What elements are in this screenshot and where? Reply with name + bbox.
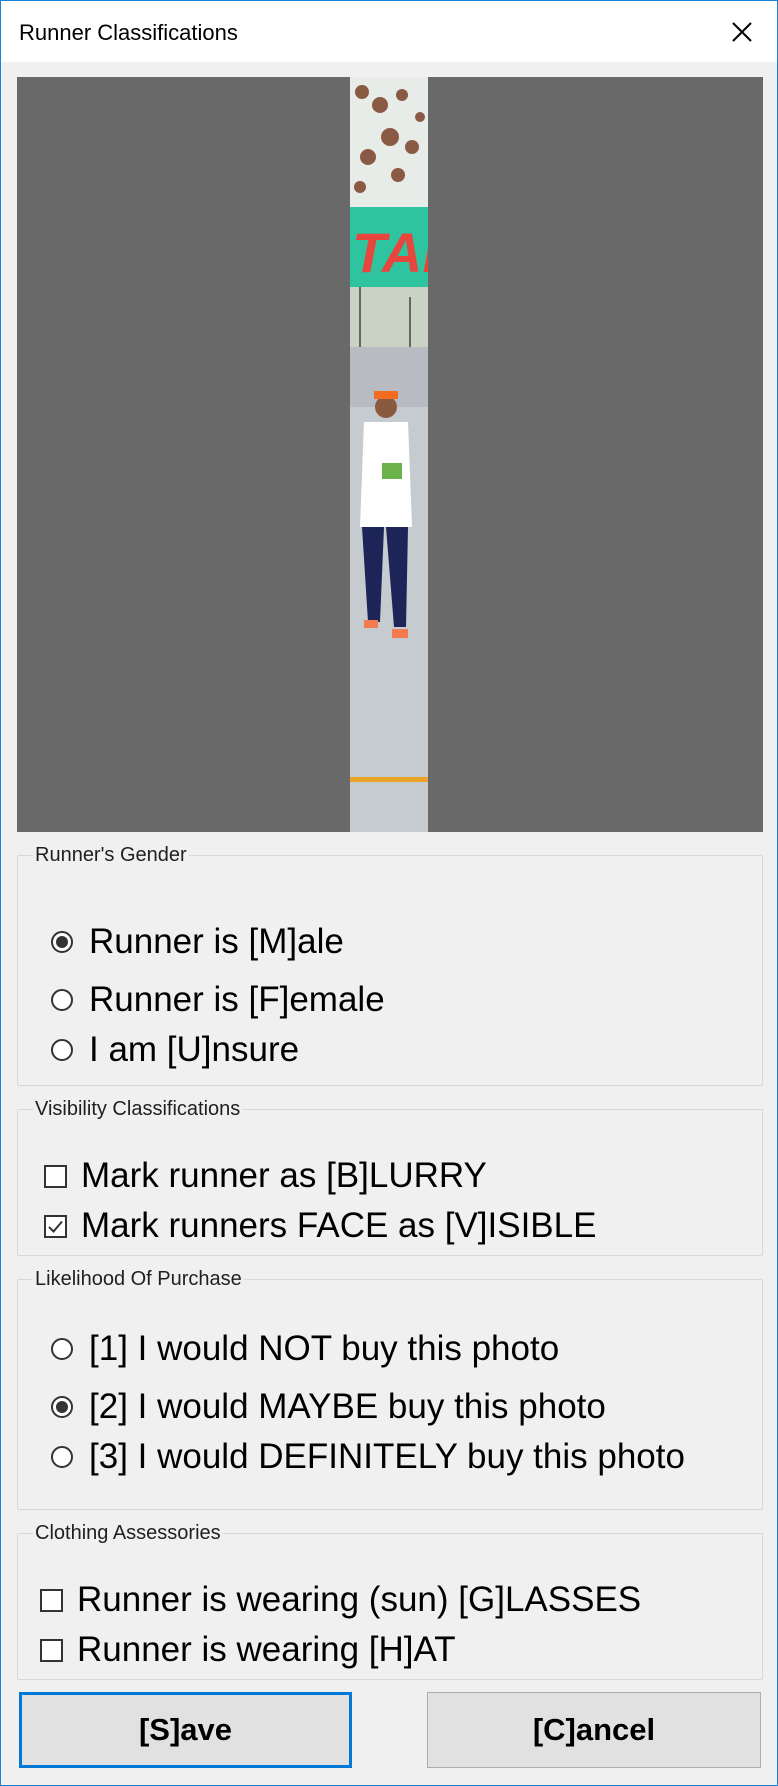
option-label: [2] I would MAYBE buy this photo xyxy=(89,1387,606,1426)
radio-button[interactable] xyxy=(51,931,73,953)
purchase-option-maybe[interactable]: [2] I would MAYBE buy this photo xyxy=(51,1387,606,1427)
radio-button[interactable] xyxy=(51,1396,73,1418)
checkbox[interactable] xyxy=(40,1588,63,1612)
runner-photo-viewer: TAI xyxy=(17,77,763,832)
window-title: Runner Classifications xyxy=(19,20,238,45)
radio-button[interactable] xyxy=(51,989,73,1011)
option-label: Runner is [F]emale xyxy=(89,980,385,1019)
purchase-group: Likelihood Of Purchase [1] I would NOT b… xyxy=(17,1268,763,1510)
clothing-option-hat[interactable]: Runner is wearing [H]AT xyxy=(40,1630,456,1670)
option-label: Runner is wearing [H]AT xyxy=(77,1630,456,1669)
runner-photo: TAI xyxy=(350,77,428,832)
radio-button[interactable] xyxy=(51,1446,73,1468)
checkmark-icon xyxy=(48,1220,63,1233)
save-button[interactable]: [S]ave xyxy=(19,1692,352,1768)
option-label: [3] I would DEFINITELY buy this photo xyxy=(89,1437,685,1476)
clothing-group-title: Clothing Assessories xyxy=(35,1522,221,1544)
purchase-group-title: Likelihood Of Purchase xyxy=(35,1268,242,1290)
option-label: Mark runners FACE as [V]ISIBLE xyxy=(81,1206,597,1245)
close-icon xyxy=(732,21,752,42)
checkbox[interactable] xyxy=(44,1214,67,1238)
radio-button[interactable] xyxy=(51,1039,73,1061)
clothing-option-glasses[interactable]: Runner is wearing (sun) [G]LASSES xyxy=(40,1580,641,1620)
gender-group: Runner's Gender Runner is [M]ale Runner … xyxy=(17,844,763,1086)
visibility-option-blurry[interactable]: Mark runner as [B]LURRY xyxy=(44,1156,487,1196)
option-label: I am [U]nsure xyxy=(89,1030,300,1069)
purchase-option-definitely[interactable]: [3] I would DEFINITELY buy this photo xyxy=(51,1437,685,1477)
purchase-option-not[interactable]: [1] I would NOT buy this photo xyxy=(51,1329,559,1369)
dialog-window: Runner Classifications TAI xyxy=(0,0,778,1786)
gender-option-female[interactable]: Runner is [F]emale xyxy=(51,980,385,1020)
checkbox[interactable] xyxy=(44,1164,67,1188)
radio-dot xyxy=(56,1401,68,1413)
radio-dot xyxy=(56,936,68,948)
checkbox[interactable] xyxy=(40,1638,63,1662)
visibility-group: Visibility Classifications Mark runner a… xyxy=(17,1098,763,1256)
option-label: [1] I would NOT buy this photo xyxy=(89,1329,560,1368)
visibility-group-title: Visibility Classifications xyxy=(35,1098,241,1120)
visibility-option-face-visible[interactable]: Mark runners FACE as [V]ISIBLE xyxy=(44,1206,596,1246)
gender-group-title: Runner's Gender xyxy=(35,844,187,866)
title-bar: Runner Classifications xyxy=(1,1,777,62)
gender-option-unsure[interactable]: I am [U]nsure xyxy=(51,1030,299,1070)
clothing-group: Clothing Assessories Runner is wearing (… xyxy=(17,1522,763,1680)
banner-text: TAI xyxy=(352,221,428,284)
radio-button[interactable] xyxy=(51,1338,73,1360)
gender-option-male[interactable]: Runner is [M]ale xyxy=(51,922,344,962)
option-label: Runner is wearing (sun) [G]LASSES xyxy=(77,1580,642,1619)
close-button[interactable] xyxy=(707,1,777,62)
option-label: Runner is [M]ale xyxy=(89,922,344,961)
option-label: Mark runner as [B]LURRY xyxy=(81,1156,487,1195)
cancel-button[interactable]: [C]ancel xyxy=(427,1692,761,1768)
